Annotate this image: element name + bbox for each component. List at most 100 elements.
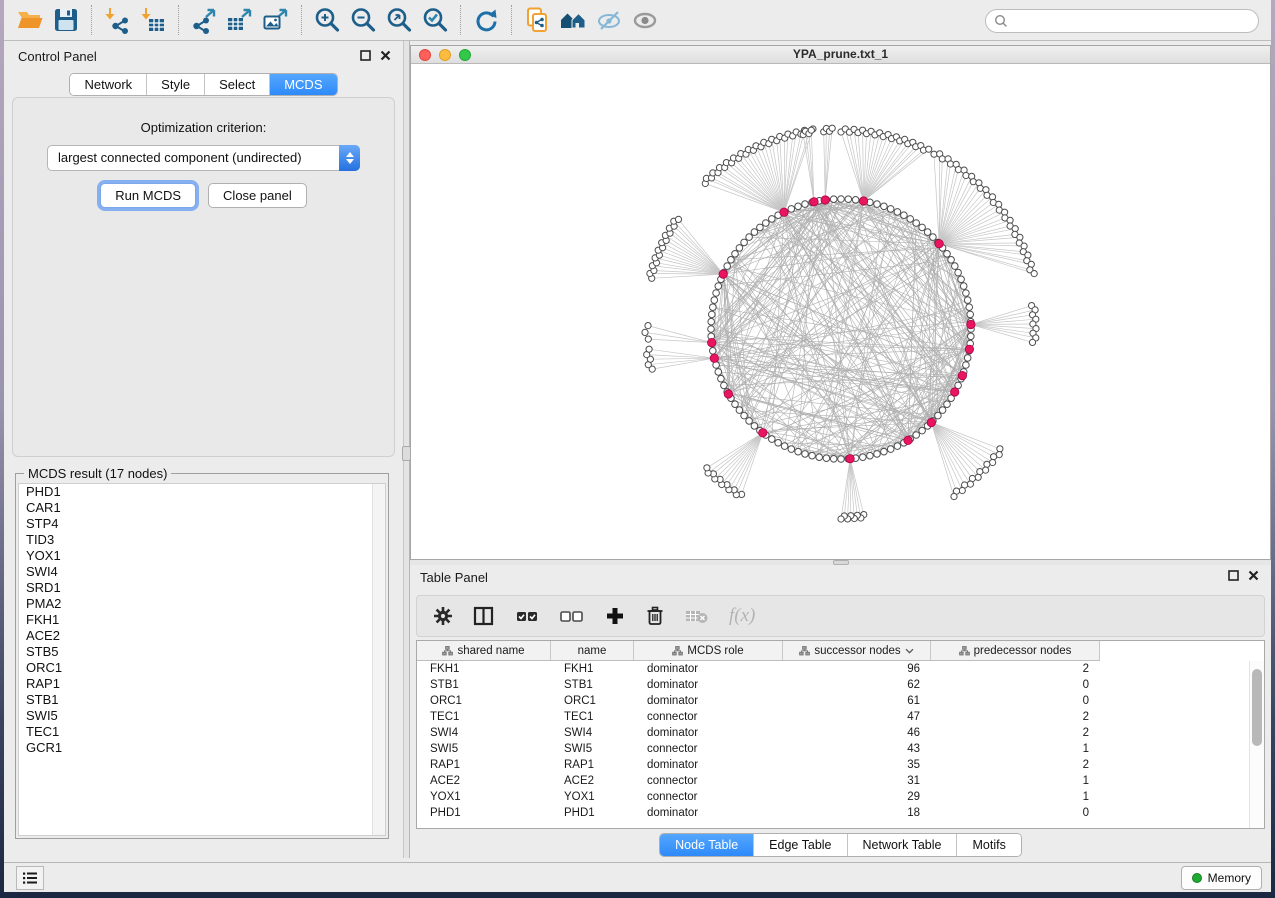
export-table-icon[interactable] (222, 3, 258, 37)
cell-name: ACE2 (551, 773, 634, 789)
destroy-table-icon[interactable] (685, 607, 709, 625)
search-input[interactable] (1013, 14, 1233, 28)
hide-selected-icon[interactable] (591, 3, 627, 37)
close-window-icon[interactable] (419, 49, 431, 61)
table-row[interactable]: TEC1TEC1connector472 (417, 709, 1249, 725)
scrollbar-thumb[interactable] (1252, 669, 1262, 746)
mcds-result-item[interactable]: SRD1 (19, 580, 385, 596)
import-network-icon[interactable] (99, 3, 135, 37)
tab-node-table[interactable]: Node Table (660, 834, 753, 856)
cell-shared_name: ORC1 (417, 693, 551, 709)
zoom-selected-icon[interactable] (417, 3, 453, 37)
tab-edge-table[interactable]: Edge Table (753, 834, 846, 856)
search-field[interactable] (985, 9, 1259, 33)
task-history-button[interactable] (16, 866, 44, 890)
memory-button[interactable]: Memory (1181, 866, 1262, 890)
table-rows: FKH1FKH1dominator962STB1STB1dominator620… (417, 661, 1249, 821)
mcds-result-item[interactable]: SWI4 (19, 564, 385, 580)
add-icon[interactable] (605, 606, 625, 626)
mcds-result-item[interactable]: GCR1 (19, 740, 385, 756)
zoom-fit-icon[interactable] (381, 3, 417, 37)
table-row[interactable]: ACE2ACE2connector311 (417, 773, 1249, 789)
save-floppy-icon[interactable] (48, 3, 84, 37)
vertical-splitter[interactable] (403, 41, 410, 858)
network-window-titlebar[interactable]: YPA_prune.txt_1 (411, 46, 1270, 64)
tab-motifs[interactable]: Motifs (956, 834, 1020, 856)
table-scrollbar[interactable] (1249, 661, 1264, 828)
mcds-result-item[interactable]: STP4 (19, 516, 385, 532)
table-row[interactable]: RAP1RAP1dominator352 (417, 757, 1249, 773)
mcds-result-item[interactable]: PHD1 (19, 484, 385, 500)
table-row[interactable]: ORC1ORC1dominator610 (417, 693, 1249, 709)
table-row[interactable]: STB1STB1dominator620 (417, 677, 1249, 693)
zoom-out-icon[interactable] (345, 3, 381, 37)
table-row[interactable]: SWI4SWI4dominator462 (417, 725, 1249, 741)
mcds-result-item[interactable]: TEC1 (19, 724, 385, 740)
close-panel-button[interactable]: Close panel (208, 183, 307, 208)
cell-predecessor_nodes: 2 (931, 725, 1100, 741)
first-neighbors-icon[interactable] (555, 3, 591, 37)
table-row[interactable]: YOX1YOX1connector291 (417, 789, 1249, 805)
cell-mcds_role: connector (634, 789, 783, 805)
open-folder-icon[interactable] (12, 3, 48, 37)
close-panel-icon[interactable] (1248, 570, 1259, 581)
run-mcds-button[interactable]: Run MCDS (100, 183, 196, 208)
table-panel: Table Panel f(x) shared namenameMCDS rol… (410, 565, 1271, 858)
export-image-icon[interactable] (258, 3, 294, 37)
mcds-panel: Optimization criterion: largest connecte… (12, 97, 395, 457)
column-header-MCDS-role[interactable]: MCDS role (634, 641, 783, 661)
mcds-result-item[interactable]: YOX1 (19, 548, 385, 564)
mcds-result-item[interactable]: PMA2 (19, 596, 385, 612)
cell-shared_name: RAP1 (417, 757, 551, 773)
deselect-all-icon[interactable] (559, 606, 585, 626)
close-panel-icon[interactable] (380, 50, 391, 61)
float-panel-icon[interactable] (360, 50, 371, 61)
refresh-icon[interactable] (468, 3, 504, 37)
tab-network-table[interactable]: Network Table (847, 834, 957, 856)
cell-predecessor_nodes: 2 (931, 757, 1100, 773)
cell-predecessor_nodes: 1 (931, 789, 1100, 805)
table-row[interactable]: FKH1FKH1dominator962 (417, 661, 1249, 677)
mcds-result-item[interactable]: STB1 (19, 692, 385, 708)
delete-icon[interactable] (645, 605, 665, 627)
minimize-window-icon[interactable] (439, 49, 451, 61)
show-all-icon[interactable] (627, 3, 663, 37)
toolbar-separator (178, 5, 179, 35)
maximize-window-icon[interactable] (459, 49, 471, 61)
network-graph[interactable] (411, 64, 1270, 559)
export-network-icon[interactable] (186, 3, 222, 37)
column-header-shared-name[interactable]: shared name (417, 641, 551, 661)
select-all-icon[interactable] (515, 606, 539, 626)
list-scrollbar[interactable] (372, 484, 385, 835)
mcds-result-list[interactable]: PHD1CAR1STP4TID3YOX1SWI4SRD1PMA2FKH1ACE2… (18, 483, 386, 836)
mcds-result-item[interactable]: ORC1 (19, 660, 385, 676)
cell-shared_name: STB1 (417, 677, 551, 693)
cell-name: SWI5 (551, 741, 634, 757)
float-panel-icon[interactable] (1228, 570, 1239, 581)
tab-select[interactable]: Select (204, 74, 269, 95)
column-header-successor-nodes[interactable]: successor nodes (783, 641, 931, 661)
gear-icon[interactable] (433, 606, 453, 626)
column-header-name[interactable]: name (551, 641, 634, 661)
criterion-dropdown[interactable]: largest connected component (undirected) (47, 145, 360, 171)
table-row[interactable]: PHD1PHD1dominator180 (417, 805, 1249, 821)
tab-network[interactable]: Network (70, 74, 146, 95)
mcds-result-item[interactable]: FKH1 (19, 612, 385, 628)
column-header-predecessor-nodes[interactable]: predecessor nodes (931, 641, 1100, 661)
columns-icon[interactable] (473, 606, 495, 626)
mcds-result-item[interactable]: TID3 (19, 532, 385, 548)
import-table-icon[interactable] (135, 3, 171, 37)
tab-mcds[interactable]: MCDS (269, 74, 336, 95)
mcds-result-item[interactable]: ACE2 (19, 628, 385, 644)
table-row[interactable]: SWI5SWI5connector431 (417, 741, 1249, 757)
clone-network-icon[interactable] (519, 3, 555, 37)
mcds-result-item[interactable]: SWI5 (19, 708, 385, 724)
function-builder-icon[interactable]: f(x) (729, 605, 755, 627)
mcds-result-item[interactable]: RAP1 (19, 676, 385, 692)
mcds-result-item[interactable]: CAR1 (19, 500, 385, 516)
zoom-in-icon[interactable] (309, 3, 345, 37)
mcds-result-item[interactable]: STB5 (19, 644, 385, 660)
tab-style[interactable]: Style (146, 74, 204, 95)
network-canvas[interactable] (411, 64, 1270, 559)
cell-shared_name: SWI5 (417, 741, 551, 757)
